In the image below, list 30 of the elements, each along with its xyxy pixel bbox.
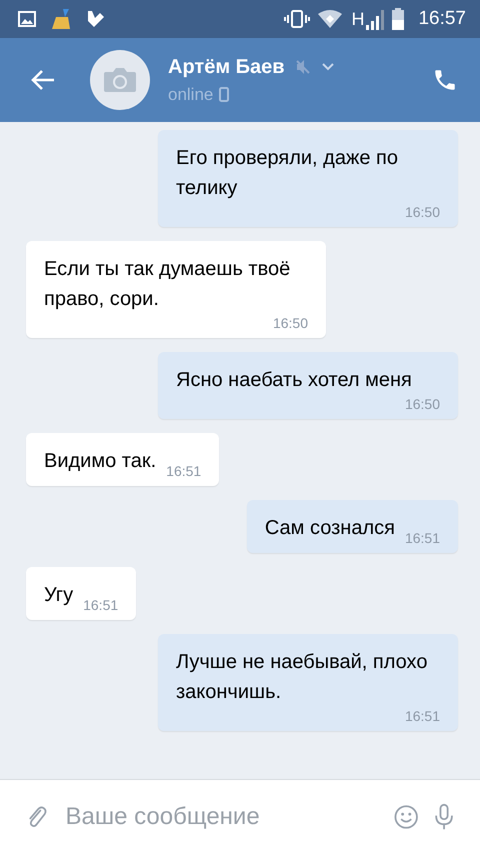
- image-icon: [18, 11, 36, 27]
- battery-icon: [392, 8, 404, 30]
- phone-device-icon: [219, 87, 230, 102]
- message-time: 16:50: [272, 314, 308, 332]
- message-time: 16:51: [83, 596, 118, 614]
- message-text: Его проверяли, даже по телику: [176, 146, 399, 201]
- signal-icon: [366, 7, 386, 31]
- camera-icon: [103, 67, 137, 93]
- broom-icon: [50, 7, 72, 31]
- contact-name[interactable]: Артём Баев: [168, 56, 285, 78]
- message-time: 16:51: [404, 707, 440, 725]
- message-time: 16:51: [166, 462, 202, 480]
- message-input[interactable]: Ваше сообщение: [64, 802, 378, 832]
- chevron-down-icon[interactable]: [320, 62, 335, 72]
- message-text: Лучше не наебывай, плохо закончишь.: [176, 650, 428, 705]
- message-text: Сам сознался: [264, 516, 395, 541]
- back-arrow-icon[interactable]: [30, 69, 56, 91]
- clock: 16:57: [418, 8, 466, 30]
- message-time: 16:51: [404, 529, 440, 547]
- check-icon: [86, 9, 106, 29]
- message-text: Если ты так думаешь твоё право, сори.: [44, 257, 292, 312]
- message-text: Угу: [44, 583, 74, 608]
- message-time: 16:50: [404, 203, 440, 221]
- vibrate-icon: [283, 9, 312, 29]
- message-time: 16:50: [404, 395, 440, 413]
- online-status: online: [168, 84, 214, 104]
- wifi-icon: [317, 9, 344, 29]
- message-text: Видимо так.: [44, 449, 156, 474]
- network-type: H: [351, 8, 364, 30]
- message-text: Ясно наебать хотел меня: [176, 368, 413, 393]
